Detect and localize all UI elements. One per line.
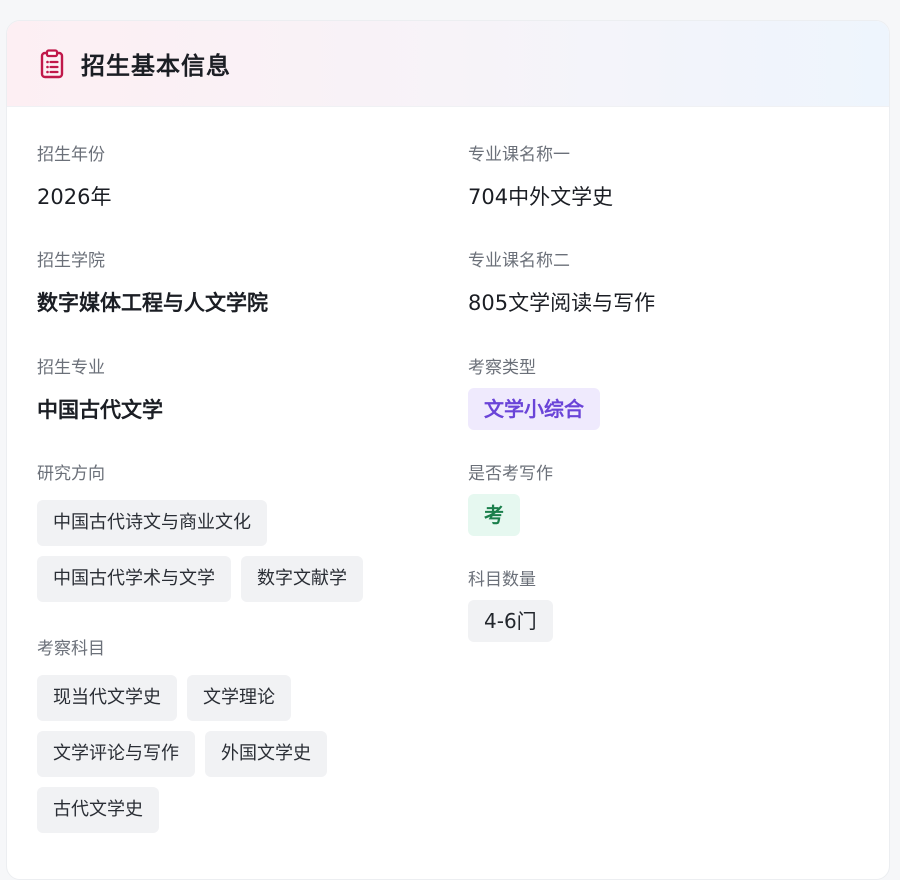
subject-count-badge: 4-6门 <box>468 600 553 642</box>
field-college: 招生学院 数字媒体工程与人文学院 <box>37 250 268 317</box>
subject-count-label: 科目数量 <box>468 570 536 590</box>
major-value: 中国古代文学 <box>37 398 163 422</box>
exam-type-badge: 文学小综合 <box>468 388 600 430</box>
course-one-value: 704中外文学史 <box>468 185 614 209</box>
clipboard-list-icon <box>37 48 67 79</box>
writing-badge: 考 <box>468 494 520 536</box>
subject-tag: 文学评论与写作 <box>37 731 195 777</box>
subject-tag: 文学理论 <box>187 675 291 721</box>
direction-tag: 中国古代学术与文学 <box>37 556 231 602</box>
exam-type-label: 考察类型 <box>468 358 536 378</box>
field-directions: 研究方向 中国古代诗文与商业文化 中国古代学术与文学 数字文献学 <box>37 463 437 602</box>
writing-label: 是否考写作 <box>468 464 553 484</box>
card-header: 招生基本信息 <box>7 21 889 107</box>
directions-list: 中国古代诗文与商业文化 中国古代学术与文学 数字文献学 <box>37 500 437 602</box>
field-course-one: 专业课名称一 704中外文学史 <box>468 144 613 211</box>
field-subjects: 考察科目 现当代文学史 文学理论 文学评论与写作 外国文学史 古代文学史 <box>37 638 437 833</box>
enrollment-info-card: 招生基本信息 招生年份 2026年 招生学院 数字媒体工程与人文学院 招生专业 … <box>6 20 890 880</box>
subject-tag: 外国文学史 <box>205 731 327 777</box>
year-value: 2026年 <box>37 185 112 209</box>
subjects-list: 现当代文学史 文学理论 文学评论与写作 外国文学史 古代文学史 <box>37 675 437 833</box>
subject-tag: 古代文学史 <box>37 787 159 833</box>
field-year: 招生年份 2026年 <box>37 144 111 211</box>
college-label: 招生学院 <box>37 251 105 271</box>
field-writing: 是否考写作 考 <box>468 463 553 536</box>
year-label: 招生年份 <box>37 145 105 165</box>
card-title: 招生基本信息 <box>81 52 231 80</box>
direction-tag: 中国古代诗文与商业文化 <box>37 500 267 546</box>
major-label: 招生专业 <box>37 358 105 378</box>
college-value: 数字媒体工程与人文学院 <box>37 291 268 315</box>
field-course-two: 专业课名称二 805文学阅读与写作 <box>468 250 655 317</box>
field-exam-type: 考察类型 文学小综合 <box>468 357 600 430</box>
direction-tag: 数字文献学 <box>241 556 363 602</box>
directions-label: 研究方向 <box>37 464 105 484</box>
course-one-label: 专业课名称一 <box>468 145 570 165</box>
course-two-label: 专业课名称二 <box>468 251 570 271</box>
field-subject-count: 科目数量 4-6门 <box>468 569 553 642</box>
subjects-label: 考察科目 <box>37 639 105 659</box>
course-two-value: 805文学阅读与写作 <box>468 291 656 315</box>
field-major: 招生专业 中国古代文学 <box>37 357 163 424</box>
subject-tag: 现当代文学史 <box>37 675 177 721</box>
